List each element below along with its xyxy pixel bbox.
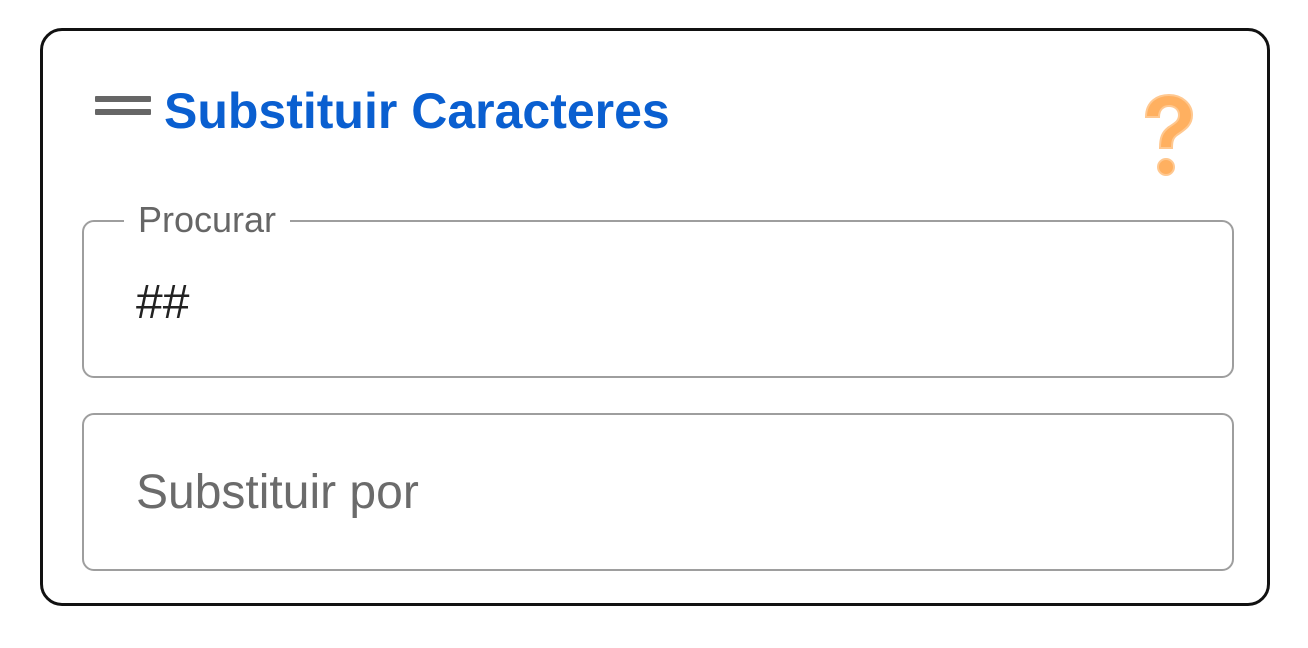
replace-characters-panel: Substituir Caracteres Procurar [40, 28, 1270, 606]
drag-handle-bar [95, 96, 151, 102]
replace-input[interactable] [136, 415, 1216, 569]
search-field: Procurar [82, 195, 1234, 378]
question-mark-icon[interactable] [1136, 93, 1200, 181]
panel-title: Substituir Caracteres [164, 83, 670, 139]
drag-handle-bar [95, 109, 151, 115]
search-input[interactable] [136, 232, 1216, 372]
drag-handle-icon[interactable] [95, 96, 151, 116]
replace-field [82, 413, 1234, 571]
